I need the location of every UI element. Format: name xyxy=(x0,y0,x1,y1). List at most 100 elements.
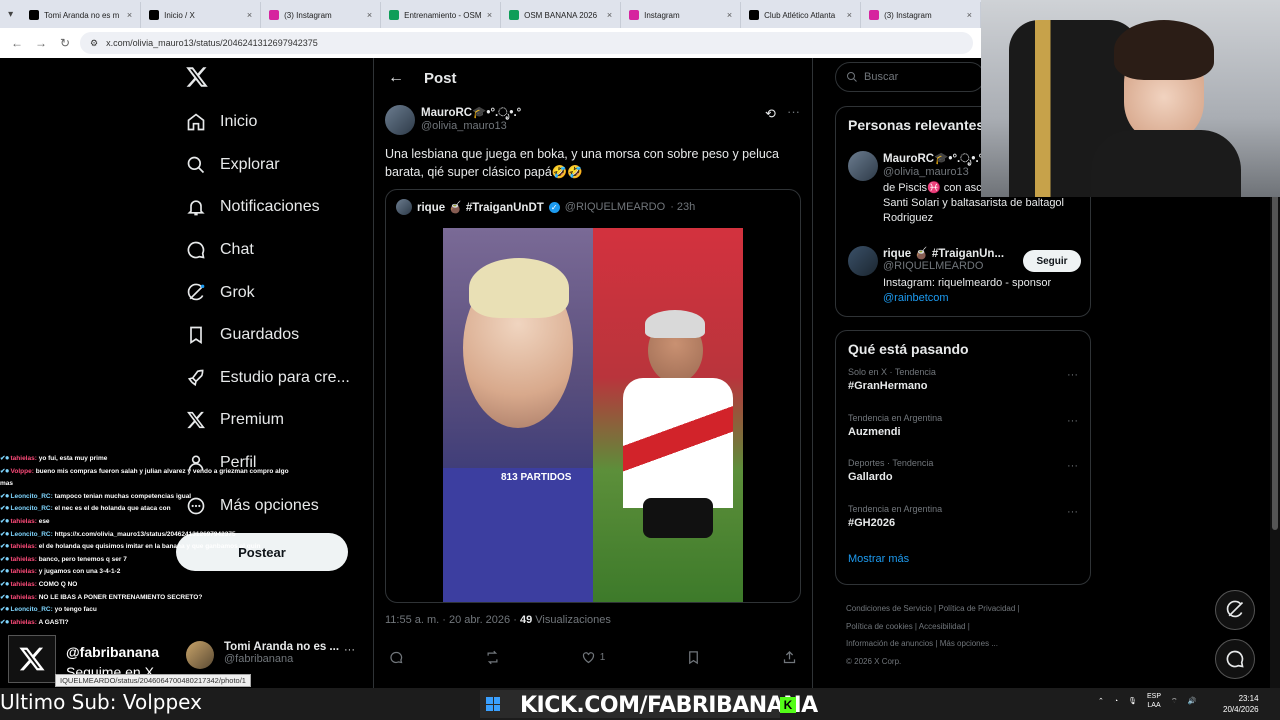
chat-text: NO LE IBAS A PONER ENTRENAMIENTO SECRETO… xyxy=(38,593,203,601)
search-icon xyxy=(187,156,205,173)
chat-username: tahielas: xyxy=(10,455,37,462)
tab-close-icon[interactable]: × xyxy=(847,10,852,20)
grok-float-button[interactable] xyxy=(1215,590,1255,630)
footer-link[interactable]: Condiciones de Servicio xyxy=(846,604,932,613)
chat-text: bueno mis compras fueron salah y julian … xyxy=(0,467,289,488)
trend-name: #GranHermano xyxy=(848,380,928,392)
tab-menu-icon[interactable]: ▾ xyxy=(0,0,21,28)
reload-icon[interactable]: ↻ xyxy=(56,36,74,50)
tab-close-icon[interactable]: × xyxy=(367,10,372,20)
more-dots-icon[interactable]: ··· xyxy=(1067,369,1078,381)
tab-close-icon[interactable]: × xyxy=(487,10,492,20)
browser-tab[interactable]: Tomi Aranda no es m × xyxy=(21,2,142,28)
chat-message: ✔⏺ tahielas: COMO Q NO xyxy=(0,579,300,592)
browser-tab[interactable]: Inicio / X × xyxy=(141,2,262,28)
footer-link[interactable]: Más opciones ... xyxy=(940,639,998,648)
tab-close-icon[interactable]: × xyxy=(967,10,972,20)
wifi-icon[interactable]: ⌔ xyxy=(1171,697,1178,706)
browser-tab[interactable]: Instagram × xyxy=(621,2,742,28)
windows-start-icon[interactable] xyxy=(486,697,500,711)
footer-link[interactable]: Política de cookies xyxy=(846,622,913,631)
person-name[interactable]: rique 🧉 #TraiganUn... xyxy=(883,246,1013,260)
network-icon[interactable]: ◔ xyxy=(1114,698,1118,705)
chat-text: yo tengo facu xyxy=(54,606,97,614)
site-info-icon[interactable]: ⚙ xyxy=(90,38,98,49)
system-clock[interactable]: 23:14 20/4/2026 xyxy=(1223,693,1259,715)
share-button[interactable] xyxy=(782,650,797,665)
messages-float-button[interactable] xyxy=(1215,639,1255,679)
browser-tab[interactable]: Entrenamiento - OSM × xyxy=(381,2,502,28)
footer-link[interactable]: Política de Privacidad xyxy=(938,604,1015,613)
chevron-up-icon[interactable]: ⌃ xyxy=(1098,697,1104,705)
nav-grok[interactable]: Grok xyxy=(176,271,366,314)
webcam-overlay xyxy=(981,0,1280,197)
chat-username: tahielas: xyxy=(10,555,37,563)
nav-premium[interactable]: Premium xyxy=(176,399,366,442)
more-dots-icon[interactable]: ··· xyxy=(1067,506,1078,518)
chat-username: tahielas: xyxy=(10,593,37,601)
quote-video[interactable]: 813 PARTIDOS xyxy=(443,228,743,602)
bio-link[interactable]: @rainbetcom xyxy=(883,291,1083,306)
trend-item[interactable]: Solo en X · Tendencia #GranHermano ··· xyxy=(836,363,1090,409)
chat-username: tahielas: xyxy=(10,580,37,588)
show-more-link[interactable]: Mostrar más xyxy=(836,545,1090,573)
avatar[interactable] xyxy=(848,151,878,181)
grok-icon[interactable]: ⟲ xyxy=(765,106,776,122)
trend-item[interactable]: Tendencia en Argentina Auzmendi ··· xyxy=(836,409,1090,455)
browser-tab[interactable]: OSM BANANA 2026 × xyxy=(501,2,622,28)
chat-username: tahielas: xyxy=(10,543,37,551)
more-dots-icon[interactable]: ··· xyxy=(344,644,355,656)
tab-close-icon[interactable]: × xyxy=(247,10,252,20)
avatar[interactable] xyxy=(848,246,878,276)
author-name[interactable]: MauroRC🎓•°.ೃ•.° xyxy=(421,105,521,120)
nav-chat[interactable]: Chat xyxy=(176,229,366,272)
person-item[interactable]: rique 🧉 #TraiganUn... @RIQUELMEARDO Segu… xyxy=(848,246,1084,306)
volume-icon[interactable]: 🔊 xyxy=(1188,697,1197,705)
more-dots-icon[interactable]: ··· xyxy=(1067,460,1078,472)
search-box[interactable]: Buscar xyxy=(835,62,985,92)
link-status-url: IQUELMEARDO/status/2046064700480217342/p… xyxy=(55,674,251,687)
nav-estudio[interactable]: Estudio para cre... xyxy=(176,357,366,400)
browser-tab[interactable]: (3) Instagram × xyxy=(861,2,982,28)
reply-button[interactable] xyxy=(389,650,404,665)
more-dots-icon[interactable]: ··· xyxy=(787,104,800,119)
browser-tab[interactable]: Club Atlético Atlanta × xyxy=(741,2,862,28)
video-frame-right xyxy=(593,228,743,602)
nav-explorar[interactable]: Explorar xyxy=(176,144,366,187)
tab-close-icon[interactable]: × xyxy=(727,10,732,20)
mic-icon[interactable]: 🎙 xyxy=(1128,697,1137,705)
more-dots-icon[interactable]: ··· xyxy=(1067,415,1078,427)
follow-button[interactable]: Seguir xyxy=(1023,250,1081,272)
trend-item[interactable]: Tendencia en Argentina #GH2026 ··· xyxy=(836,500,1090,546)
nav-inicio[interactable]: Inicio xyxy=(176,101,366,144)
language-indicator[interactable]: ESP LAA xyxy=(1147,692,1161,710)
x-logo-icon[interactable] xyxy=(185,65,209,89)
bookmark-button[interactable] xyxy=(686,650,701,665)
nav-guardados[interactable]: Guardados xyxy=(176,314,366,357)
author-handle[interactable]: @olivia_mauro13 xyxy=(421,120,521,132)
nav-label: Estudio para cre... xyxy=(220,368,350,386)
search-icon xyxy=(847,72,857,82)
footer-link[interactable]: Accesibilidad xyxy=(919,622,966,631)
back-icon[interactable]: ← xyxy=(8,36,26,50)
tab-close-icon[interactable]: × xyxy=(127,10,132,20)
address-bar[interactable]: ⚙ x.com/olivia_mauro13/status/2046241312… xyxy=(80,32,973,54)
nav-label: Notificaciones xyxy=(220,198,320,216)
chat-username: tahielas: xyxy=(10,568,37,576)
tab-close-icon[interactable]: × xyxy=(607,10,612,20)
nav-label: Guardados xyxy=(220,326,300,344)
like-button[interactable]: 1 xyxy=(581,650,605,665)
bell-icon xyxy=(187,200,205,216)
forward-icon[interactable]: → xyxy=(32,36,50,50)
avatar[interactable] xyxy=(385,105,415,135)
repost-button[interactable] xyxy=(485,650,500,665)
trend-item[interactable]: Deportes · Tendencia Gallardo ··· xyxy=(836,454,1090,500)
nav-notificaciones[interactable]: Notificaciones xyxy=(176,186,366,229)
footer-link[interactable]: Información de anuncios xyxy=(846,639,933,648)
account-switcher[interactable]: Tomi Aranda no es ... @fabribanana ··· xyxy=(186,640,361,674)
quote-header: rique 🧉 #TraiganUnDT ✓ @RIQUELMEARDO · 2… xyxy=(386,190,800,224)
views-label: Visualizaciones xyxy=(535,614,611,626)
grok-icon xyxy=(1226,600,1244,618)
browser-tab[interactable]: (3) Instagram × xyxy=(261,2,382,28)
back-arrow-icon[interactable]: ← xyxy=(388,69,404,87)
